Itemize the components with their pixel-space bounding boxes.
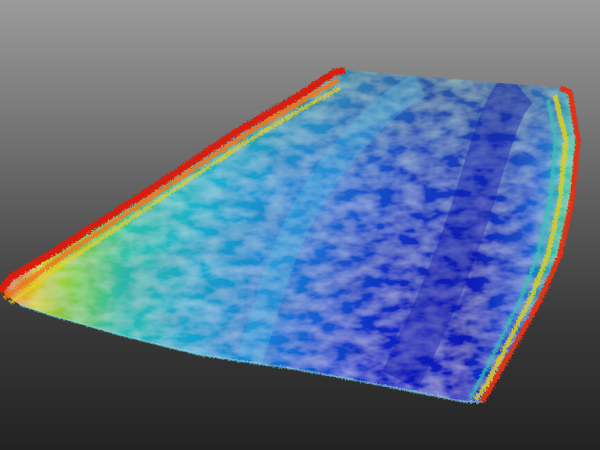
3d-viewport[interactable] bbox=[0, 0, 600, 450]
bathymetry-surface bbox=[0, 66, 581, 404]
